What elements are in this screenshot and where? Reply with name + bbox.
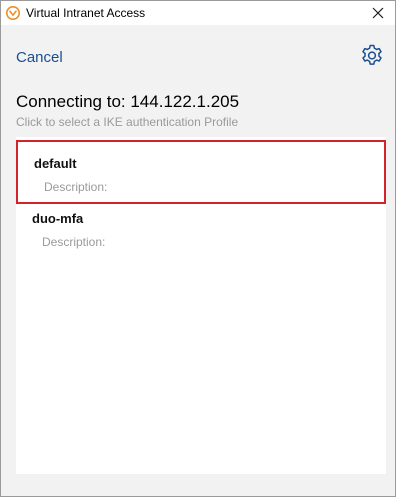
profile-description: Description:	[42, 235, 106, 249]
settings-button[interactable]	[359, 43, 385, 69]
cancel-button[interactable]: Cancel	[16, 49, 63, 66]
close-icon	[372, 7, 384, 19]
profile-name: duo-mfa	[32, 211, 84, 226]
profile-description: Description:	[44, 180, 108, 194]
profile-list: default Description: duo-mfa Description…	[16, 137, 386, 474]
window-title: Virtual Intranet Access	[26, 6, 146, 20]
app-window: Virtual Intranet Access Cancel Connectin…	[0, 0, 396, 497]
profile-item-default[interactable]: default Description:	[16, 140, 386, 204]
profile-item-duo-mfa[interactable]: duo-mfa Description:	[16, 197, 386, 261]
gear-icon	[362, 44, 382, 65]
profile-instruction: Click to select a IKE authentication Pro…	[16, 115, 239, 129]
profile-name: default	[34, 156, 77, 171]
vpn-shield-icon	[6, 6, 20, 20]
connecting-heading: Connecting to: 144.122.1.205	[16, 92, 240, 111]
close-button[interactable]	[361, 1, 395, 25]
title-bar: Virtual Intranet Access	[1, 1, 395, 25]
